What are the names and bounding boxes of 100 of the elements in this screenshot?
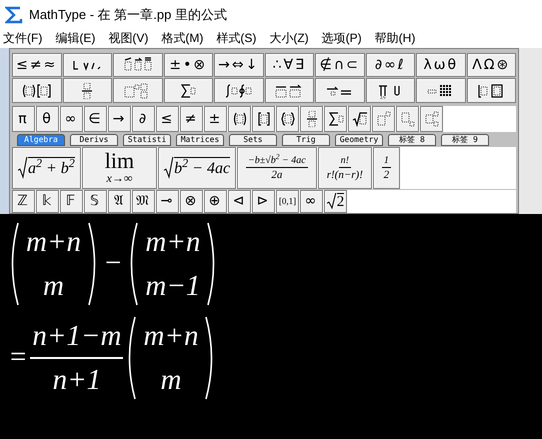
math-term: n+1 (52, 363, 102, 398)
palette-button[interactable] (348, 106, 371, 132)
palette-button[interactable] (62, 53, 112, 77)
template-button[interactable]: −b±√b$^{2}$ − 4ac 2a (237, 147, 317, 189)
radical-sign-icon (18, 156, 28, 178)
palette-button[interactable]: ΛΩ⊛ (466, 53, 516, 77)
math-term: m+n (145, 225, 200, 260)
fraction-template-icon (80, 82, 94, 98)
template-button[interactable]: 1 2 (372, 147, 400, 189)
radical-sign-icon (164, 156, 174, 178)
palette-button[interactable]: π (12, 106, 35, 132)
menu-item[interactable]: 格式(M) (161, 29, 204, 47)
palette-button[interactable]: ⊲ (228, 190, 251, 213)
palette-button[interactable] (276, 106, 299, 132)
palette-tab[interactable]: 标签 8 (388, 134, 436, 146)
palette-button[interactable]: ≤≠≈ (12, 53, 62, 77)
palette-button[interactable] (214, 78, 264, 103)
palette-button[interactable]: ∉∩⊂ (315, 53, 364, 77)
palette-button[interactable]: 𝕜 (36, 190, 59, 213)
radical-sign-icon (326, 193, 337, 210)
menu-item[interactable]: 选项(P) (322, 29, 362, 47)
palette-button[interactable] (324, 106, 347, 132)
sum-template-icon (328, 111, 344, 127)
palette-button[interactable]: ∂∞ℓ (366, 53, 415, 77)
palette-button[interactable] (300, 106, 323, 132)
palette-tab[interactable]: 标签 9 (441, 134, 489, 146)
palette-button[interactable] (12, 78, 62, 103)
root-template-icon (352, 111, 368, 127)
sum-template-icon (180, 82, 196, 98)
math-term: n+1−m (30, 315, 124, 359)
palette-button[interactable]: 𝔐 (132, 190, 155, 213)
palette-button[interactable] (366, 78, 415, 103)
palette-button[interactable]: ⊳ (252, 190, 275, 213)
palette-button[interactable]: → (108, 106, 131, 132)
palette-button[interactable] (62, 78, 112, 103)
palette-button[interactable]: ≠ (180, 106, 203, 132)
menu-item[interactable]: 大小(Z) (269, 29, 309, 47)
math-term: m+n (143, 319, 198, 354)
embellish-template-icon (122, 57, 153, 73)
template-button[interactable]: n! r!(n−r)! (318, 147, 372, 189)
palette-button[interactable] (113, 78, 162, 103)
palette-button[interactable]: ≤ (156, 106, 179, 132)
palette-button[interactable]: ⊸ (156, 190, 179, 213)
sub-template-icon (400, 111, 414, 127)
palette-button[interactable] (466, 78, 516, 103)
subsup-template-icon (424, 111, 438, 127)
menu-item[interactable]: 样式(S) (216, 29, 256, 47)
palette-tab[interactable]: Geometry (335, 134, 383, 146)
palette-button[interactable]: ∂ (132, 106, 155, 132)
palette-button[interactable]: 𝕊 (84, 190, 107, 213)
palette-button[interactable] (420, 106, 443, 132)
palette-tab[interactable]: Matrices (176, 134, 224, 146)
menu-item[interactable]: 文件(F) (3, 29, 42, 47)
paren-template-icon (232, 111, 246, 127)
template-button[interactable]: b$^{2}$ − 4ac (158, 147, 236, 189)
palette-button[interactable] (113, 53, 162, 77)
math-operator: − (104, 246, 122, 282)
bracket-template-icon (256, 111, 270, 127)
palette-button[interactable]: λωθ (416, 53, 466, 77)
palette-button[interactable] (252, 106, 275, 132)
palette-button[interactable]: [0,1] (276, 190, 299, 213)
brace-template-icon (280, 111, 294, 127)
palette-button[interactable]: 𝔽 (60, 190, 83, 213)
palette-button[interactable]: →⇔↓ (214, 53, 264, 77)
sigma-logo-icon (5, 6, 23, 24)
palette-button[interactable] (264, 78, 314, 103)
palette-button[interactable]: θ (36, 106, 59, 132)
palette-tab[interactable]: Statisti (123, 134, 171, 146)
palette-button[interactable]: ∞ (300, 190, 323, 213)
palette-button[interactable]: ⊗ (180, 190, 203, 213)
palette-button[interactable]: ± (204, 106, 227, 132)
window-title: MathType - 在 第一章.pp 里的公式 (29, 6, 227, 24)
palette-button[interactable] (396, 106, 419, 132)
palette-button[interactable]: ∈ (84, 106, 107, 132)
palette-button[interactable]: ±•⊗ (164, 53, 213, 77)
template-button[interactable]: lim x→∞ (82, 147, 158, 189)
math-term: m+n (26, 225, 82, 260)
palette-button[interactable] (315, 78, 364, 103)
palette-button[interactable]: ∞ (60, 106, 83, 132)
menu-item[interactable]: 编辑(E) (55, 29, 96, 47)
menu-item[interactable]: 视图(V) (108, 29, 148, 47)
integral-template-icon (224, 82, 254, 98)
palette-tab[interactable]: Sets (229, 134, 277, 146)
palette-button[interactable]: ∴∀∃ (264, 53, 314, 77)
palette-tab[interactable]: Trig (282, 134, 330, 146)
fences-template-icon (22, 82, 52, 98)
palette-button[interactable]: 2 (324, 190, 347, 213)
palette-button[interactable] (164, 78, 213, 103)
palette-button[interactable]: ℤ (12, 190, 35, 213)
sup-template-icon (376, 111, 390, 127)
palette-button[interactable] (372, 106, 395, 132)
menu-item[interactable]: 帮助(H) (374, 29, 416, 47)
palette-tab[interactable]: Derivs (70, 134, 118, 146)
palette-button[interactable]: 𝔄 (108, 190, 131, 213)
palette-button[interactable] (228, 106, 251, 132)
palette-button[interactable] (416, 78, 466, 103)
fraction-template-icon (304, 111, 318, 127)
palette-button[interactable]: ⊕ (204, 190, 227, 213)
palette-tab[interactable]: Algebra (17, 134, 65, 146)
template-button[interactable]: a$^{2}$ + b$^{2}$ (12, 147, 81, 189)
